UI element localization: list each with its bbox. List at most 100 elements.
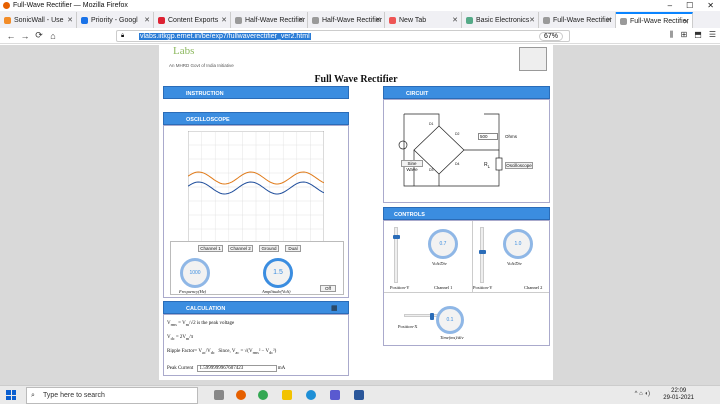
teams-taskbar-icon[interactable]	[330, 390, 340, 400]
sine-wave-button[interactable]: Sine Wave	[401, 160, 423, 172]
minimize-button[interactable]: –	[668, 0, 672, 11]
window-title: Full-Wave Rectifier — Mozilla Firefox	[13, 2, 128, 9]
tab-label: SonicWall - Use	[14, 16, 64, 24]
word-taskbar-icon[interactable]	[354, 390, 364, 400]
tab-label: Priority - Googl	[91, 16, 138, 24]
firefox-taskbar-icon[interactable]	[236, 390, 246, 400]
calculation-header: CALCULATION	[163, 301, 349, 314]
library-icon[interactable]: ⫼	[670, 30, 674, 40]
channel-2-volt-label: Volt/Div	[507, 261, 522, 266]
peak-current-row: Peak Current 1.5999999967607423 mA	[167, 365, 285, 372]
tab-favicon	[158, 16, 165, 24]
power-off-button[interactable]: Off	[320, 285, 336, 292]
forward-button[interactable]: →	[18, 31, 32, 41]
channel-1-position-slider[interactable]	[393, 227, 400, 283]
close-window-button[interactable]: ✕	[707, 0, 714, 11]
address-bar[interactable]: 🔒︎ vlabs.iitkgp.ernet.in/be/exp7/fullwav…	[116, 30, 570, 42]
channel-1-volt-knob[interactable]: 0.7	[428, 229, 458, 259]
tab-close-icon[interactable]: ✕	[683, 18, 689, 26]
tab-6[interactable]: Basic Electronics ✕	[462, 12, 539, 28]
tab-close-icon[interactable]: ✕	[144, 16, 150, 24]
dual-button[interactable]: Dual	[285, 245, 301, 252]
task-view-icon[interactable]	[214, 390, 224, 400]
tab-favicon	[4, 16, 11, 24]
tab-4[interactable]: Half-Wave Rectifier ✕	[308, 12, 385, 28]
maximize-button[interactable]: ☐	[686, 0, 693, 11]
experiment-page: Labs An MHRD Govt of India Initiative Fu…	[159, 45, 553, 380]
controls-header: CONTROLS	[383, 207, 550, 220]
time-div-label: Time(ms)/div	[440, 335, 464, 340]
tab-label: Half-Wave Rectifier	[245, 16, 306, 24]
channel-1-button[interactable]: Channel 1	[198, 245, 223, 252]
calculator-icon: ▦	[331, 305, 338, 312]
tab-label: Basic Electronics	[476, 16, 530, 24]
resistance-input[interactable]: 500	[478, 133, 498, 140]
tab-8[interactable]: Full-Wave Rectifier ✕	[616, 12, 693, 28]
channel-1-volt-label: Volt/Div	[432, 261, 447, 266]
tab-close-icon[interactable]: ✕	[529, 16, 535, 24]
edge-taskbar-icon[interactable]	[306, 390, 316, 400]
diode-d3-label: D3	[429, 168, 434, 172]
peak-current-field[interactable]: 1.5999999967607423	[196, 365, 277, 372]
tab-0[interactable]: SonicWall - Use ✕	[0, 12, 77, 28]
tab-3[interactable]: Half-Wave Rectifier ✕	[231, 12, 308, 28]
tab-1[interactable]: Priority - Googl ✕	[77, 12, 154, 28]
reload-button[interactable]: ⟳	[32, 30, 46, 41]
time-position-label: Position-X	[398, 324, 418, 329]
tab-close-icon[interactable]: ✕	[67, 16, 73, 24]
channel-2-volt-knob[interactable]: 1.0	[503, 229, 533, 259]
oscilloscope-button[interactable]: Oscilloscope	[505, 162, 533, 169]
tab-favicon	[81, 16, 88, 24]
back-button[interactable]: ←	[4, 31, 18, 41]
channel-2-position-label: Position-Y	[473, 285, 493, 290]
diode-d4-label: D4	[455, 162, 460, 166]
channel-1-position-label: Position-Y	[390, 285, 410, 290]
menu-icon[interactable]: ☰	[709, 30, 716, 40]
tab-5[interactable]: New Tab ✕	[385, 12, 462, 28]
taskbar-clock[interactable]: 22:09 29-01-2021	[663, 388, 694, 402]
url-text: vlabs.iitkgp.ernet.in/be/exp7/fullwavere…	[139, 32, 311, 40]
channel-2-button[interactable]: Channel 2	[228, 245, 253, 252]
channel-2-name: Channel 2	[524, 285, 543, 290]
navigation-bar: ← → ⟳ ⌂ 🔒︎ vlabs.iitkgp.ernet.in/be/exp7…	[0, 28, 720, 44]
system-tray[interactable]: ^ ⌂ ◖)	[635, 391, 650, 397]
chrome-taskbar-icon[interactable]	[258, 390, 268, 400]
windows-start-icon[interactable]	[6, 390, 16, 400]
sidebar-icon[interactable]: ⊞	[681, 30, 688, 40]
channel-1-slider-thumb[interactable]	[393, 234, 400, 239]
instruction-header[interactable]: INSTRUCTION	[163, 86, 349, 99]
tab-close-icon[interactable]: ✕	[452, 16, 458, 24]
page-title: Full Wave Rectifier	[314, 74, 398, 85]
tab-7[interactable]: Full-Wave Rectifier ✕	[539, 12, 616, 28]
zoom-indicator[interactable]: 67%	[538, 32, 563, 41]
peak-current-unit: mA	[277, 366, 286, 371]
tab-favicon	[620, 17, 627, 25]
circuit-panel: D1 D2 D3 D4 500 Ohms Sine Wave RL Oscill…	[383, 99, 550, 203]
tab-favicon	[466, 16, 473, 24]
tab-2[interactable]: Content Exports ✕	[154, 12, 231, 28]
diode-d1-label: D1	[429, 122, 434, 126]
frequency-label: Frequency(Hz)	[179, 289, 207, 294]
circuit-header: CIRCUIT	[383, 86, 550, 99]
time-slider-thumb[interactable]	[429, 313, 434, 320]
tab-close-icon[interactable]: ✕	[606, 16, 612, 24]
channel-2-slider-thumb[interactable]	[479, 250, 486, 255]
frequency-knob[interactable]: 1000	[180, 258, 210, 288]
time-div-knob[interactable]: 0.1	[436, 306, 464, 334]
institute-emblem	[519, 47, 547, 71]
search-icon: ⌕	[31, 391, 35, 399]
tab-close-icon[interactable]: ✕	[221, 16, 227, 24]
tab-close-icon[interactable]: ✕	[375, 16, 381, 24]
channel-2-position-slider[interactable]	[479, 227, 486, 283]
file-explorer-icon[interactable]	[282, 390, 292, 400]
tab-label: Full-Wave Rectifier	[630, 17, 689, 25]
amplitude-knob[interactable]: 1.5	[263, 258, 293, 288]
ground-button[interactable]: Ground	[259, 245, 279, 252]
controls-panel: 0.7 Volt/Div Position-Y Channel 1 1.0 Vo…	[383, 220, 550, 346]
home-button[interactable]: ⌂	[46, 31, 60, 41]
tab-close-icon[interactable]: ✕	[298, 16, 304, 24]
tab-label: Full-Wave Rectifier	[553, 16, 612, 24]
reader-icon[interactable]: ⬒	[694, 30, 702, 40]
taskbar-search[interactable]: ⌕ Type here to search	[26, 387, 198, 404]
peak-current-label: Peak Current	[167, 366, 194, 371]
